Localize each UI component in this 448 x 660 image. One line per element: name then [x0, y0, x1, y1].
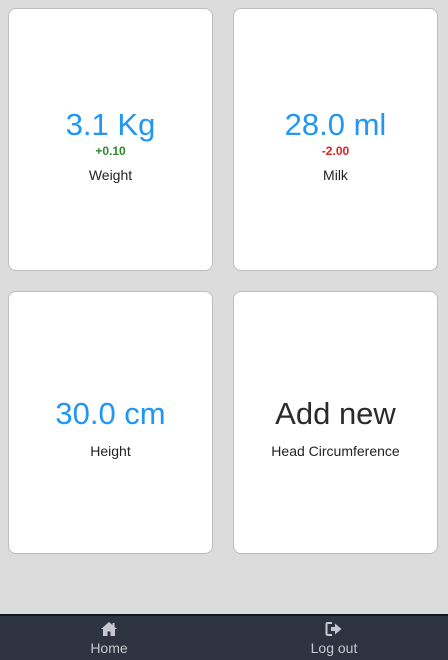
logout-icon: [325, 622, 342, 636]
home-button[interactable]: Home: [0, 616, 218, 660]
weight-label: Weight: [88, 167, 133, 183]
height-label: Height: [90, 443, 131, 459]
weight-value: 3.1 Kg: [65, 107, 156, 142]
measurement-grid: 3.1 Kg +0.10 Weight 28.0 ml -2.00 Milk 3…: [0, 0, 448, 614]
milk-card[interactable]: 28.0 ml -2.00 Milk: [233, 8, 438, 271]
bottom-navbar: Home Log out: [0, 614, 448, 660]
add-head-circumference-card[interactable]: Add new Head Circumference: [233, 291, 438, 554]
weight-delta: +0.10: [95, 144, 126, 158]
add-new-text: Add new: [275, 396, 396, 431]
home-label: Home: [90, 640, 128, 656]
milk-value: 28.0 ml: [284, 107, 387, 142]
logout-label: Log out: [310, 640, 358, 656]
weight-card[interactable]: 3.1 Kg +0.10 Weight: [8, 8, 213, 271]
milk-label: Milk: [323, 167, 348, 183]
milk-delta: -2.00: [321, 144, 350, 158]
logout-button[interactable]: Log out: [224, 616, 444, 660]
home-icon: [101, 622, 117, 636]
height-card[interactable]: 30.0 cm Height: [8, 291, 213, 554]
height-value: 30.0 cm: [55, 396, 166, 431]
head-circumference-label: Head Circumference: [271, 443, 400, 459]
